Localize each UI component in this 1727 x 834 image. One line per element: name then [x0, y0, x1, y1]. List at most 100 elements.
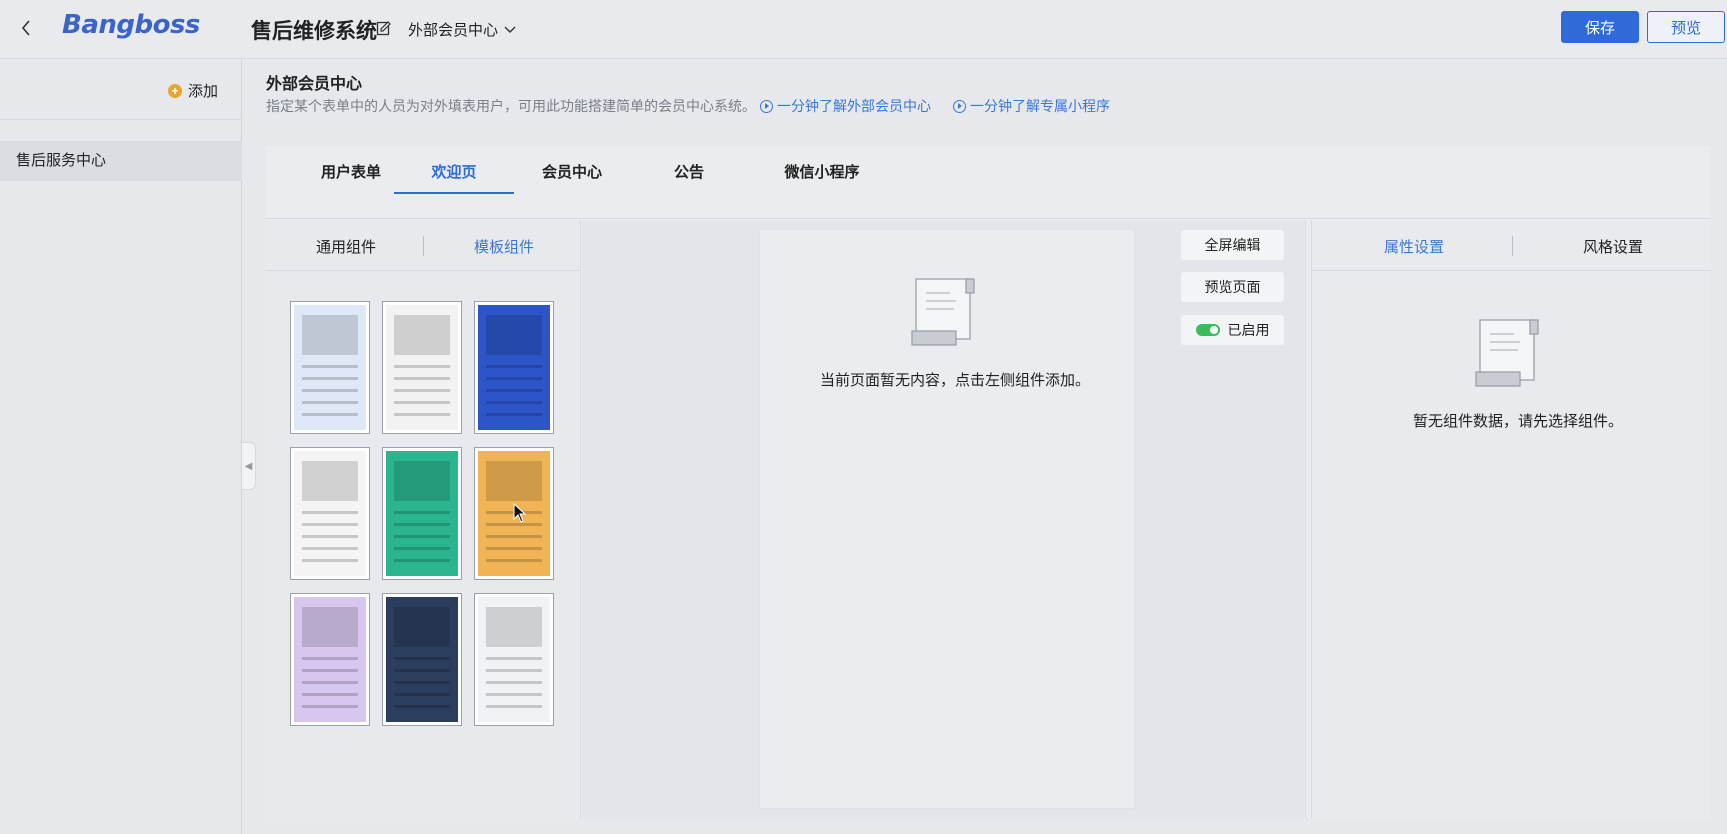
- tab-style-settings[interactable]: 风格设置: [1583, 236, 1643, 257]
- sidebar-collapse-handle[interactable]: ◀: [242, 442, 256, 490]
- template-preview-line: [486, 401, 542, 404]
- template-preview-line: [394, 693, 450, 696]
- properties-panel: 属性设置 风格设置: [1311, 220, 1711, 819]
- canvas-empty-text: 当前页面暂无内容，点击左侧组件添加。: [820, 372, 1091, 389]
- template-preview-line: [486, 365, 542, 368]
- template-preview-line: [394, 535, 450, 538]
- template-preview-block: [302, 315, 358, 355]
- module-select[interactable]: 外部会员中心: [408, 19, 516, 40]
- template-preview-line: [486, 657, 542, 660]
- fullscreen-edit-button[interactable]: 全屏编辑: [1181, 230, 1284, 260]
- template-preview-line: [302, 705, 358, 708]
- page-description: 指定某个表单中的人员为对外填表用户，可用此功能搭建简单的会员中心系统。 一分钟了…: [266, 96, 1110, 116]
- template-preview-image: [386, 305, 458, 430]
- add-label: 添加: [188, 83, 219, 100]
- template-preview-line: [302, 365, 358, 368]
- template-thumbnail[interactable]: [290, 447, 370, 580]
- tab-announcement[interactable]: 公告: [664, 146, 714, 194]
- plus-circle-icon: +: [168, 83, 182, 98]
- template-preview-line: [486, 389, 542, 392]
- template-preview-line: [394, 547, 450, 550]
- sidebar-divider: [0, 119, 242, 120]
- tab-template-components[interactable]: 模板组件: [474, 236, 534, 257]
- template-preview-line: [394, 413, 450, 416]
- template-preview-line: [302, 559, 358, 562]
- edit-icon[interactable]: [376, 20, 394, 38]
- back-arrow-icon[interactable]: [12, 14, 40, 42]
- enabled-toggle[interactable]: 已启用: [1181, 315, 1284, 345]
- link-learn-member-center[interactable]: 一分钟了解外部会员中心: [760, 96, 931, 116]
- preview-button[interactable]: 预览: [1647, 11, 1725, 43]
- template-preview-line: [302, 377, 358, 380]
- template-preview-line: [486, 377, 542, 380]
- bangboss-logo: Bangboss: [62, 10, 200, 40]
- template-preview-block: [394, 461, 450, 501]
- template-preview-line: [394, 657, 450, 660]
- template-preview-line: [302, 693, 358, 696]
- play-circle-icon: [760, 99, 773, 113]
- tab-bar: 用户表单 欢迎页 会员中心 公告 微信小程序: [266, 146, 1710, 219]
- description-text: 指定某个表单中的人员为对外填表用户，可用此功能搭建简单的会员中心系统。: [266, 98, 756, 114]
- template-preview-line: [302, 401, 358, 404]
- template-preview-image: [294, 451, 366, 576]
- template-preview-line: [394, 377, 450, 380]
- template-preview-line: [302, 413, 358, 416]
- template-preview-line: [302, 547, 358, 550]
- template-preview-image: [478, 597, 550, 722]
- template-preview-image: [386, 451, 458, 576]
- template-thumbnail[interactable]: [474, 593, 554, 726]
- template-preview-line: [302, 681, 358, 684]
- template-preview-line: [302, 389, 358, 392]
- template-preview-image: [294, 597, 366, 722]
- sidebar-item-after-sales-center[interactable]: 售后服务中心: [0, 141, 242, 181]
- tab-property-settings[interactable]: 属性设置: [1384, 236, 1444, 257]
- template-preview-line: [394, 523, 450, 526]
- template-preview-line: [394, 401, 450, 404]
- tab-user-form[interactable]: 用户表单: [306, 146, 396, 194]
- toggle-switch[interactable]: [1195, 324, 1220, 336]
- template-thumbnail[interactable]: [290, 301, 370, 434]
- sidebar: + 添加 售后服务中心: [0, 60, 242, 834]
- save-button[interactable]: 保存: [1561, 11, 1639, 43]
- module-select-label: 外部会员中心: [408, 22, 499, 39]
- tab-member-center[interactable]: 会员中心: [532, 146, 612, 194]
- template-preview-block: [486, 607, 542, 647]
- divider: [423, 236, 424, 256]
- template-preview-line: [486, 681, 542, 684]
- template-thumbnail[interactable]: [474, 301, 554, 434]
- template-preview-line: [394, 669, 450, 672]
- template-thumbnail[interactable]: [382, 301, 462, 434]
- empty-document-icon: [1475, 319, 1539, 387]
- template-preview-line: [302, 511, 358, 514]
- template-thumbnail[interactable]: [382, 593, 462, 726]
- template-preview-image: [478, 305, 550, 430]
- template-preview-line: [486, 547, 542, 550]
- link-learn-mini-program[interactable]: 一分钟了解专属小程序: [953, 96, 1110, 116]
- template-preview-image: [386, 597, 458, 722]
- mouse-cursor-icon: [513, 503, 527, 523]
- template-preview-block: [486, 315, 542, 355]
- template-preview-block: [302, 461, 358, 501]
- tab-general-components[interactable]: 通用组件: [316, 236, 376, 257]
- tab-wechat-mini-program[interactable]: 微信小程序: [772, 146, 872, 194]
- template-thumbnail[interactable]: [290, 593, 370, 726]
- play-circle-icon: [953, 99, 966, 113]
- template-preview-line: [394, 681, 450, 684]
- template-thumbnail[interactable]: [382, 447, 462, 580]
- template-preview-line: [486, 413, 542, 416]
- preview-page-button[interactable]: 预览页面: [1181, 272, 1284, 302]
- properties-empty-text: 暂无组件数据，请先选择组件。: [1413, 413, 1624, 430]
- template-preview-line: [486, 693, 542, 696]
- template-preview-line: [394, 389, 450, 392]
- template-preview-block: [394, 315, 450, 355]
- template-preview-block: [394, 607, 450, 647]
- properties-tabs: 属性设置 风格设置: [1312, 220, 1711, 271]
- template-preview-block: [302, 607, 358, 647]
- enabled-label: 已启用: [1227, 322, 1270, 338]
- template-preview-line: [394, 511, 450, 514]
- tab-welcome-page[interactable]: 欢迎页: [394, 146, 514, 194]
- app-title: 售后维修系统: [251, 20, 377, 43]
- chevron-down-icon: [504, 26, 516, 33]
- add-button[interactable]: + 添加: [168, 80, 218, 101]
- page-title: 外部会员中心: [266, 76, 363, 93]
